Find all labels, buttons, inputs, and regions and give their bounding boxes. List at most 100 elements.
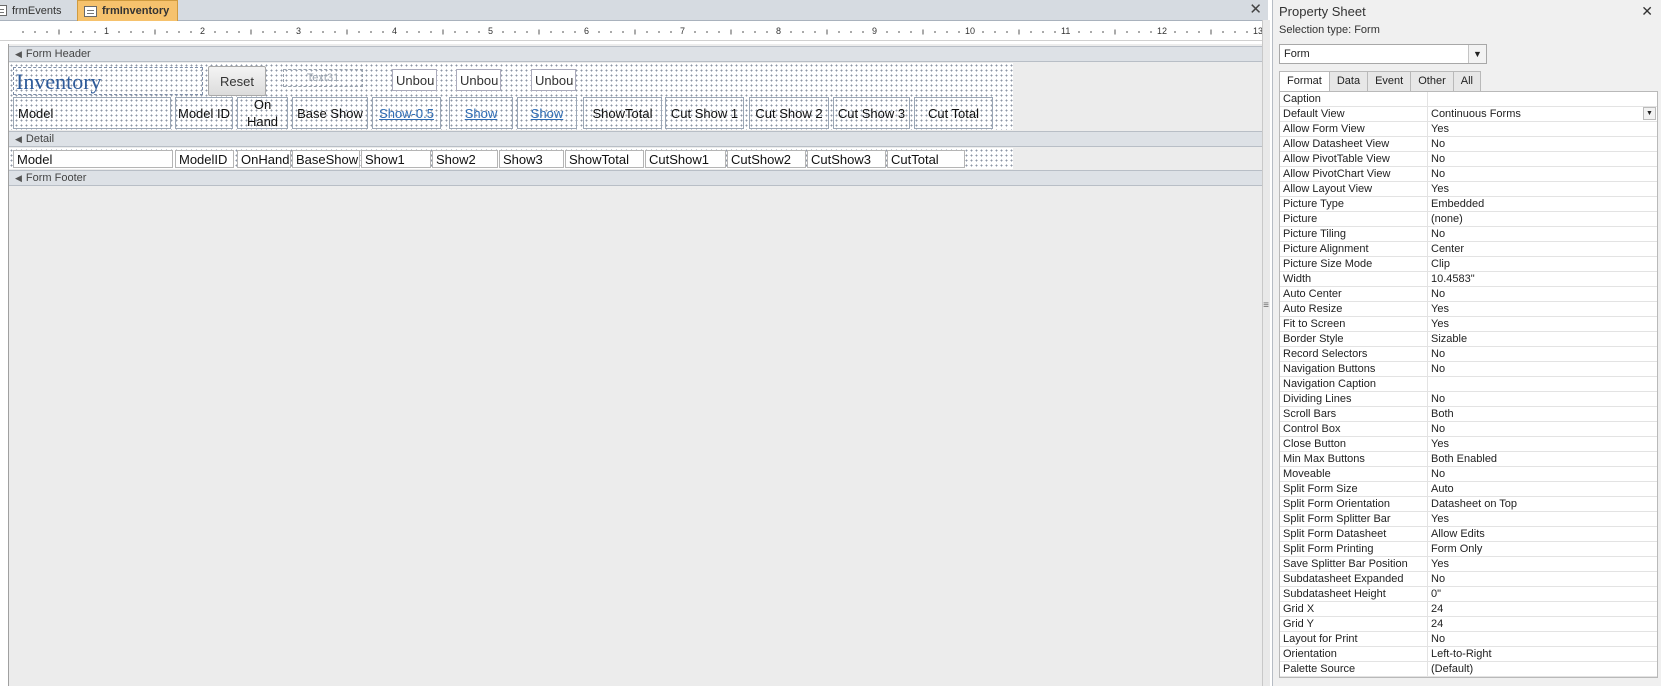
property-value[interactable]: Both Enabled — [1428, 452, 1657, 466]
property-row[interactable]: Split Form Splitter Bar Yes — [1280, 512, 1657, 527]
header-label-5[interactable]: Show — [449, 97, 513, 129]
property-value[interactable] — [1428, 377, 1657, 391]
form-footer-bar[interactable]: ◀ Form Footer — [9, 170, 1263, 186]
property-row[interactable]: Split Form Printing Form Only — [1280, 542, 1657, 557]
unbound-textbox-1[interactable]: Unbou — [392, 69, 437, 91]
design-vertical-scrollbar[interactable] — [1262, 20, 1270, 686]
property-value[interactable]: No — [1428, 392, 1657, 406]
tab-other[interactable]: Other — [1410, 71, 1454, 91]
property-value[interactable]: Continuous Forms ▼ — [1428, 107, 1657, 121]
property-row[interactable]: Allow Datasheet View No — [1280, 137, 1657, 152]
header-label-4[interactable]: Show-0.5 — [372, 97, 441, 129]
chevron-down-icon[interactable]: ▼ — [1468, 45, 1486, 63]
property-row[interactable]: Scroll Bars Both — [1280, 407, 1657, 422]
detail-textbox-onhand[interactable]: OnHand — [237, 150, 291, 168]
property-row[interactable]: Min Max Buttons Both Enabled — [1280, 452, 1657, 467]
header-label-11[interactable]: Cut Total — [914, 97, 993, 129]
property-row[interactable]: Dividing Lines No — [1280, 392, 1657, 407]
property-value[interactable]: (Default) — [1428, 662, 1657, 676]
property-value[interactable]: 0" — [1428, 587, 1657, 601]
property-row[interactable]: Default View Continuous Forms ▼ — [1280, 107, 1657, 122]
property-value[interactable]: Yes — [1428, 302, 1657, 316]
property-value[interactable]: Embedded — [1428, 197, 1657, 211]
property-value[interactable]: No — [1428, 167, 1657, 181]
property-value[interactable]: Yes — [1428, 437, 1657, 451]
header-label-9[interactable]: Cut Show 2 — [749, 97, 829, 129]
form-title-label[interactable]: Inventory — [13, 67, 203, 95]
tab-frmEvents[interactable]: frmEvents — [0, 0, 62, 21]
property-row[interactable]: Layout for Print No — [1280, 632, 1657, 647]
property-row[interactable]: Split Form Orientation Datasheet on Top — [1280, 497, 1657, 512]
property-value[interactable]: Auto — [1428, 482, 1657, 496]
property-value[interactable]: Form Only — [1428, 542, 1657, 556]
property-value[interactable]: No — [1428, 227, 1657, 241]
property-value[interactable]: Allow Edits — [1428, 527, 1657, 541]
property-row[interactable]: Split Form Datasheet Allow Edits — [1280, 527, 1657, 542]
detail-textbox-cuttotal[interactable]: CutTotal — [887, 150, 965, 168]
property-value[interactable]: Sizable — [1428, 332, 1657, 346]
property-row[interactable]: Record Selectors No — [1280, 347, 1657, 362]
detail-textbox-model[interactable]: Model — [13, 150, 173, 168]
property-value[interactable]: No — [1428, 362, 1657, 376]
detail-textbox-show3[interactable]: Show3 — [499, 150, 564, 168]
property-row[interactable]: Grid Y 24 — [1280, 617, 1657, 632]
property-row[interactable]: Grid X 24 — [1280, 602, 1657, 617]
property-value[interactable]: Yes — [1428, 122, 1657, 136]
property-row[interactable]: Caption — [1280, 92, 1657, 107]
reset-button[interactable]: Reset — [208, 66, 266, 96]
property-row[interactable]: Navigation Buttons No — [1280, 362, 1657, 377]
detail-bar[interactable]: ◀ Detail — [9, 131, 1263, 147]
property-value[interactable]: 24 — [1428, 617, 1657, 631]
splitter-grip-icon[interactable]: ≡ — [1262, 300, 1270, 311]
property-value[interactable]: Both — [1428, 407, 1657, 421]
chevron-down-icon[interactable]: ▼ — [1643, 107, 1656, 120]
property-row[interactable]: Fit to Screen Yes — [1280, 317, 1657, 332]
property-row[interactable]: Navigation Caption — [1280, 377, 1657, 392]
property-value[interactable]: Clip — [1428, 257, 1657, 271]
property-row[interactable]: Picture Alignment Center — [1280, 242, 1657, 257]
property-row[interactable]: Picture Type Embedded — [1280, 197, 1657, 212]
property-value[interactable]: No — [1428, 572, 1657, 586]
close-document-icon[interactable]: ✕ — [1249, 2, 1262, 17]
property-row[interactable]: Subdatasheet Expanded No — [1280, 572, 1657, 587]
property-row[interactable]: Close Button Yes — [1280, 437, 1657, 452]
tab-all[interactable]: All — [1452, 71, 1481, 91]
header-label-10[interactable]: Cut Show 3 — [833, 97, 910, 129]
unbound-textbox-3[interactable]: Unbou — [531, 69, 576, 91]
detail-textbox-show2[interactable]: Show2 — [432, 150, 498, 168]
property-value[interactable]: Left-to-Right — [1428, 647, 1657, 661]
property-value[interactable] — [1428, 92, 1657, 106]
tab-format[interactable]: Format — [1279, 71, 1330, 92]
property-row[interactable]: Control Box No — [1280, 422, 1657, 437]
unbound-textbox-2[interactable]: Unbou — [456, 69, 501, 91]
property-row[interactable]: Moveable No — [1280, 467, 1657, 482]
header-label-3[interactable]: Base Show — [292, 97, 368, 129]
property-row[interactable]: Picture Size Mode Clip — [1280, 257, 1657, 272]
property-value[interactable]: Yes — [1428, 557, 1657, 571]
property-value[interactable]: 10.4583" — [1428, 272, 1657, 286]
ghost-textbox[interactable]: Text31 — [283, 69, 363, 87]
tab-event[interactable]: Event — [1367, 71, 1412, 91]
detail-textbox-show1[interactable]: Show1 — [361, 150, 431, 168]
tab-frmInventory[interactable]: frmInventory — [77, 0, 179, 21]
detail-textbox-cutshow1[interactable]: CutShow1 — [645, 150, 726, 168]
property-row[interactable]: Allow Layout View Yes — [1280, 182, 1657, 197]
property-value[interactable]: Center — [1428, 242, 1657, 256]
form-header-section[interactable]: Inventory Reset Text31 Unbou Unbou Unbou… — [9, 63, 1013, 130]
tab-data[interactable]: Data — [1328, 71, 1369, 91]
property-row[interactable]: Allow Form View Yes — [1280, 122, 1657, 137]
property-value[interactable]: No — [1428, 422, 1657, 436]
header-label-6[interactable]: Show — [517, 97, 577, 129]
property-row[interactable]: Palette Source (Default) — [1280, 662, 1657, 677]
property-row[interactable]: Picture Tiling No — [1280, 227, 1657, 242]
header-label-8[interactable]: Cut Show 1 — [665, 97, 744, 129]
object-selector[interactable]: Form ▼ — [1279, 44, 1487, 64]
detail-textbox-modelid[interactable]: ModelID — [175, 150, 234, 168]
header-label-7[interactable]: ShowTotal — [583, 97, 662, 129]
property-value[interactable]: (none) — [1428, 212, 1657, 226]
property-value[interactable]: Datasheet on Top — [1428, 497, 1657, 511]
close-icon[interactable]: ✕ — [1641, 3, 1653, 20]
property-value[interactable]: No — [1428, 347, 1657, 361]
form-header-bar[interactable]: ◀ Form Header — [9, 46, 1263, 62]
property-row[interactable]: Allow PivotChart View No — [1280, 167, 1657, 182]
